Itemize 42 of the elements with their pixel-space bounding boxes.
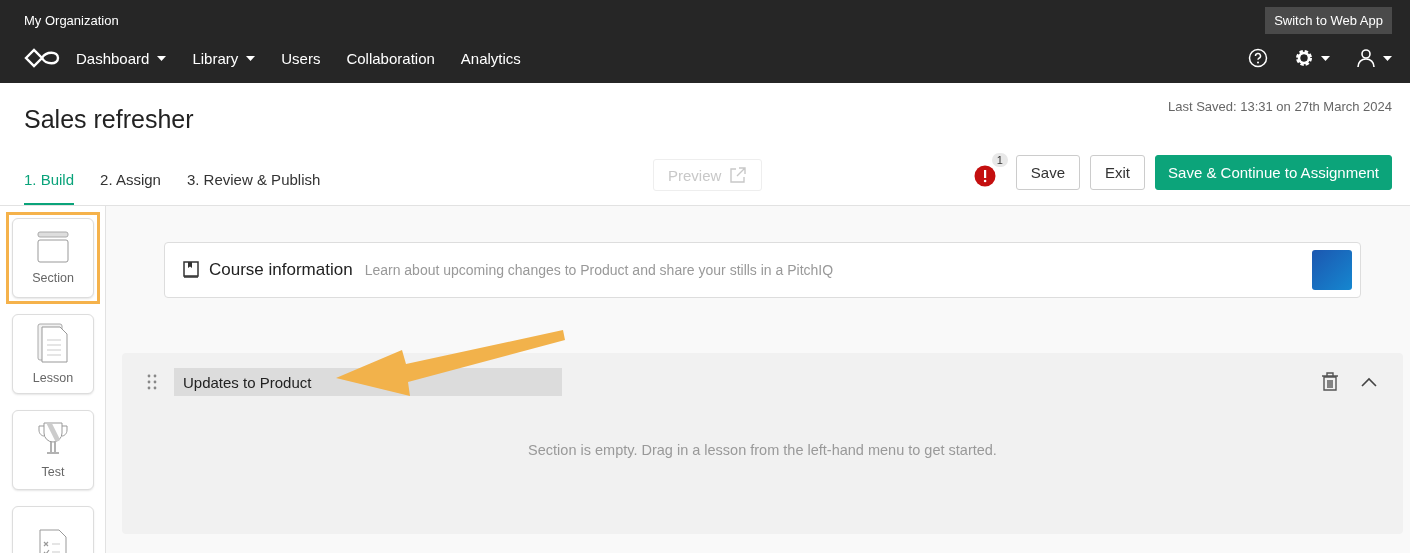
- last-saved-text: Last Saved: 13:31 on 27th March 2024: [1167, 99, 1392, 114]
- external-link-icon: [729, 166, 748, 184]
- toolbox-item[interactable]: Test: [12, 410, 94, 490]
- alert-icon[interactable]: [973, 164, 996, 187]
- course-information-card[interactable]: Course information Learn about upcoming changes to Product and share your stills in a PitchIQ: [164, 242, 1361, 298]
- action-button[interactable]: Save: [1015, 155, 1080, 190]
- toolbox-item[interactable]: Section: [12, 218, 94, 298]
- settings-menu-button[interactable]: [1294, 48, 1330, 68]
- empty-section-message: Section is empty. Drag in a lesson from the left-hand menu to get started.: [527, 442, 998, 458]
- delete-icon[interactable]: [1321, 372, 1339, 392]
- caret-icon: [1383, 55, 1392, 61]
- organization-name: My Organization: [24, 12, 119, 28]
- checklist-icon: [39, 529, 67, 553]
- user-icon: [1356, 48, 1376, 68]
- nav-menu-item[interactable]: Users: [281, 49, 321, 67]
- caret-icon: [157, 55, 167, 61]
- nav-menu-item[interactable]: Library: [192, 49, 256, 67]
- course-title: Sales refresher: [24, 105, 194, 134]
- drag-handle-icon[interactable]: [146, 373, 158, 391]
- settings-icon: [1294, 48, 1314, 68]
- switch-to-web-app-button[interactable]: Switch to Web App: [1265, 6, 1392, 34]
- document-icon: [37, 323, 69, 363]
- caret-icon: [246, 55, 256, 61]
- course-description: Learn about upcoming changes to Product and share your stills in a PitchIQ: [364, 262, 834, 278]
- logo-icon[interactable]: [24, 48, 60, 68]
- step-tab[interactable]: 3. Review & Publish: [186, 171, 321, 205]
- course-information-title: Course information: [209, 260, 353, 280]
- nav-menu-item[interactable]: Dashboard: [76, 49, 167, 67]
- section-icon: [37, 231, 69, 263]
- book-icon: [183, 261, 199, 279]
- step-tab[interactable]: 2. Assign: [100, 171, 161, 205]
- chevron-icon: [1361, 376, 1377, 387]
- cover-image-placeholder: [1312, 250, 1352, 290]
- user-menu-button[interactable]: [1356, 48, 1392, 68]
- action-button[interactable]: Exit: [1090, 155, 1146, 190]
- alert-count-badge: 1: [991, 152, 1008, 167]
- nav-menu-item[interactable]: Analytics: [460, 49, 521, 67]
- toolbox-item[interactable]: Lesson: [12, 314, 94, 394]
- trophy-icon: [37, 421, 69, 457]
- help-icon[interactable]: [1248, 48, 1268, 68]
- nav-menu-item[interactable]: Collaboration: [346, 49, 435, 67]
- caret-icon: [1321, 55, 1330, 61]
